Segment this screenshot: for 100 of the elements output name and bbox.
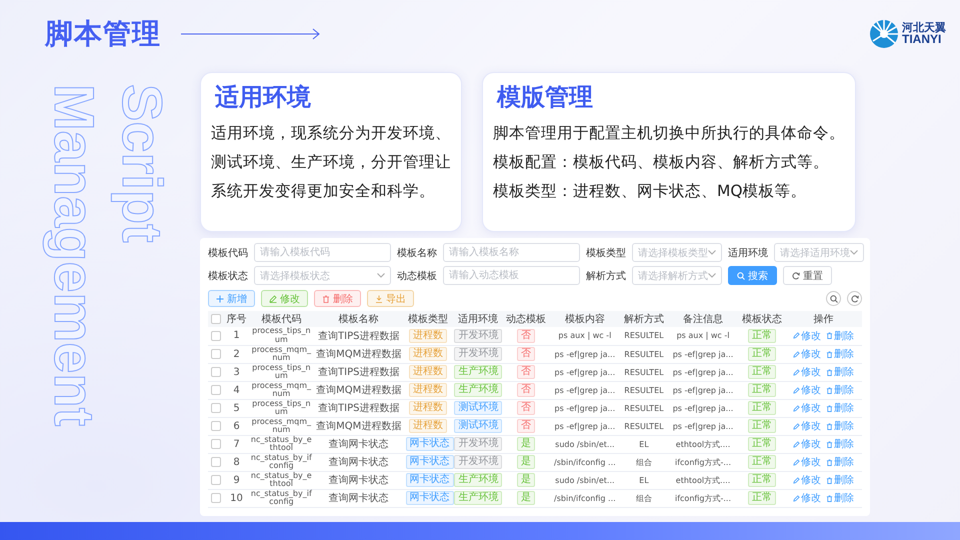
column-header: 动态模板 (503, 311, 548, 327)
delete-link[interactable]: 删除 (826, 437, 854, 451)
toolbar-button[interactable]: 删除 (314, 290, 361, 307)
delete-link[interactable]: 删除 (826, 401, 854, 415)
toolbar-button[interactable]: 修改 (261, 290, 308, 307)
table-cell: 查询网卡状态 (314, 435, 404, 453)
refresh-button[interactable] (847, 291, 862, 306)
checkbox[interactable] (211, 492, 222, 503)
table-cell: ps -ef|grep ja... (666, 417, 740, 435)
table-cell: ps aux | wc -l (666, 327, 740, 345)
environment-tag: 生产环境 (454, 491, 502, 505)
checkbox[interactable] (211, 420, 222, 431)
trash-icon (826, 458, 833, 466)
table-cell: ps -ef|grep ja... (666, 399, 740, 417)
environment-tag: 生产环境 (454, 473, 502, 487)
checkbox[interactable] (211, 330, 222, 341)
arrow-icon (181, 28, 321, 40)
trash-icon (826, 332, 833, 340)
edit-link[interactable]: 修改 (792, 455, 821, 469)
delete-link[interactable]: 删除 (826, 473, 854, 487)
type-tag: 进程数 (409, 328, 447, 343)
table-cell: 8 (224, 453, 249, 471)
outlined-vertical-text: Script (110, 84, 174, 243)
table-cell: ps -ef|grep ja... (666, 363, 740, 381)
checkbox[interactable] (211, 348, 222, 359)
trash-icon (322, 294, 330, 302)
edit-link[interactable]: 修改 (792, 473, 821, 487)
table-cell: ps -ef|grep ja... (548, 363, 622, 381)
table-cell: ps -ef|grep ja... (666, 345, 740, 363)
filter-button[interactable]: 重置 (783, 266, 832, 285)
table-cell: 9 (224, 471, 249, 489)
table-cell: 组合 (622, 489, 666, 507)
table-cell: 查询网卡状态 (314, 453, 404, 471)
dynamic-tag: 否 (516, 419, 535, 433)
card-text: 脚本管理用于配置主机切换中所执行的具体命令。 (493, 123, 845, 144)
environment-tag: 生产环境 (454, 365, 502, 379)
pencil-icon (792, 368, 800, 376)
edit-link[interactable]: 修改 (792, 437, 821, 451)
edit-link[interactable]: 修改 (792, 419, 821, 433)
type-tag: 进程数 (409, 401, 447, 415)
pencil-icon (792, 422, 800, 430)
checkbox[interactable] (211, 384, 222, 395)
edit-link[interactable]: 修改 (792, 365, 821, 379)
text-field[interactable]: 请输入模板名称 (443, 243, 580, 262)
select-field[interactable]: 请选择适用环境 (774, 243, 864, 262)
table-cell: 4 (224, 381, 249, 399)
checkbox[interactable] (211, 314, 222, 324)
table-cell: ifconfig方式-... (666, 453, 740, 471)
table-cell: RESULTEL (622, 417, 666, 435)
environment-tag: 测试环境 (454, 419, 502, 433)
delete-link[interactable]: 删除 (826, 455, 854, 469)
table-cell: 1 (224, 327, 249, 345)
checkbox[interactable] (211, 438, 222, 449)
text-field[interactable]: 请输入模板代码 (254, 243, 391, 262)
type-tag: 进程数 (409, 347, 447, 361)
toolbar-button[interactable]: 新增 (208, 290, 255, 307)
trash-icon (826, 440, 833, 448)
table-cell: RESULTEL (622, 363, 666, 381)
delete-link[interactable]: 删除 (826, 419, 854, 433)
trash-icon (826, 350, 833, 358)
plus-icon (216, 294, 224, 302)
search-button[interactable] (826, 291, 841, 306)
delete-link[interactable]: 删除 (826, 383, 854, 397)
column-header: 解析方式 (622, 311, 666, 327)
card-text: 模板配置：模板代码、模板内容、解析方式等。 (493, 152, 830, 173)
checkbox[interactable] (211, 366, 222, 377)
dynamic-tag: 否 (516, 347, 535, 361)
delete-link[interactable]: 删除 (826, 328, 854, 343)
table-cell: ifconfig方式-... (666, 489, 740, 507)
edit-link[interactable]: 修改 (792, 328, 821, 343)
table-cell: nc_status_by_ifconfig (248, 489, 314, 507)
filter-label: 模板状态 (208, 270, 249, 282)
select-field[interactable]: 请选择模板类型 (632, 243, 722, 262)
dynamic-tag: 是 (516, 491, 535, 505)
environment-tag: 开发环境 (454, 455, 502, 469)
card-text: 适用环境，现系统分为开发环境、测试环境、生产环境，分开管理让系统开发变得更加安全和科学。 (211, 123, 451, 202)
dynamic-tag: 否 (516, 401, 535, 415)
edit-link[interactable]: 修改 (792, 347, 821, 361)
logo-text: 河北天翼 (902, 22, 946, 34)
status-tag: 正常 (748, 437, 776, 451)
table-cell: ps -ef|grep ja... (666, 381, 740, 399)
select-field[interactable]: 请选择模板状态 (254, 266, 391, 285)
delete-link[interactable]: 删除 (826, 491, 854, 505)
delete-link[interactable]: 删除 (826, 365, 854, 379)
checkbox[interactable] (211, 456, 222, 467)
checkbox[interactable] (211, 474, 222, 485)
filter-button[interactable]: 搜索 (728, 266, 777, 285)
environment-tag: 开发环境 (454, 328, 502, 343)
toolbar-button[interactable]: 导出 (367, 290, 414, 307)
delete-link[interactable]: 删除 (826, 347, 854, 361)
edit-link[interactable]: 修改 (792, 401, 821, 415)
select-field[interactable]: 请选择解析方式 (632, 266, 722, 285)
status-tag: 正常 (748, 419, 776, 433)
checkbox[interactable] (211, 402, 222, 413)
text-field[interactable]: 请输入动态模板 (443, 266, 580, 285)
card-title: 模版管理 (497, 82, 594, 113)
edit-link[interactable]: 修改 (792, 491, 821, 505)
chevron-down-icon (850, 250, 858, 255)
column-header: 备注信息 (666, 311, 740, 327)
edit-link[interactable]: 修改 (792, 383, 821, 397)
